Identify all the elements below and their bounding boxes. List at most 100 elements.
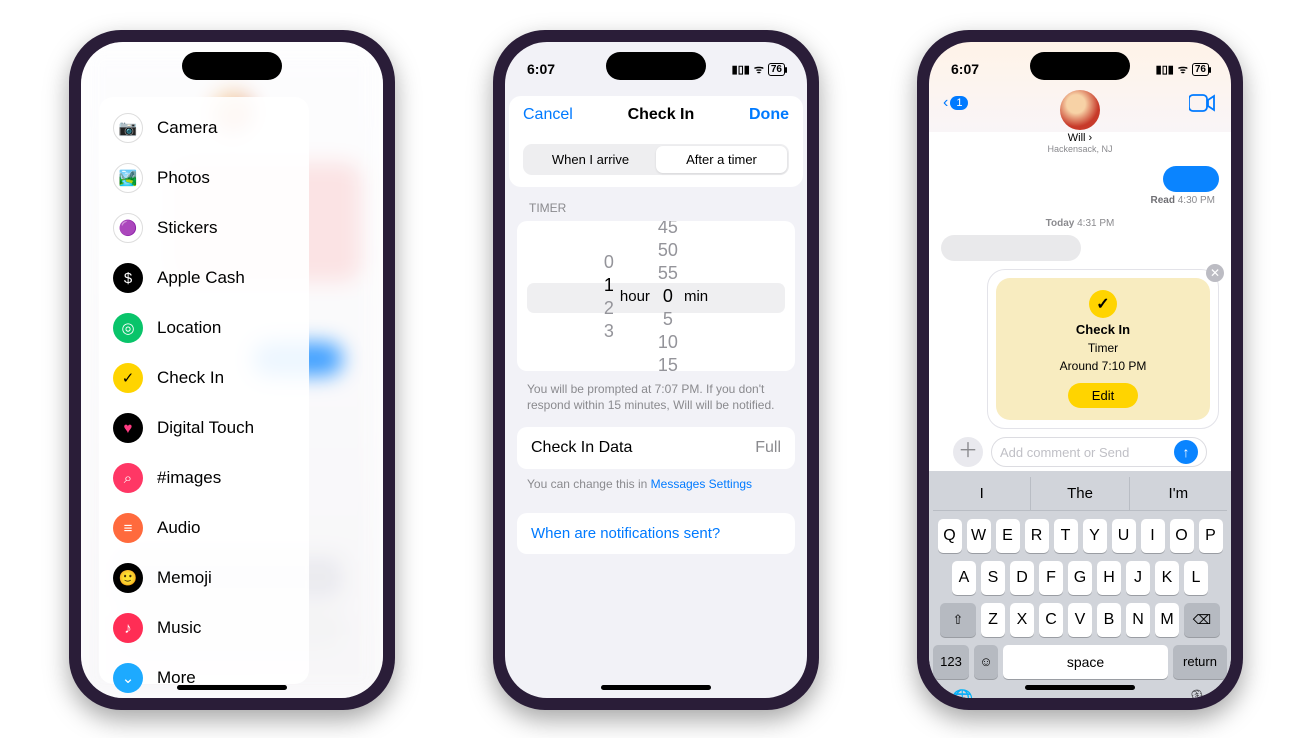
- location-icon: ◎: [113, 313, 143, 343]
- drawer-item-photos[interactable]: 🏞️Photos: [99, 153, 309, 203]
- done-button[interactable]: Done: [749, 106, 789, 124]
- memoji-icon: 🙂: [113, 563, 143, 593]
- message-placeholder: Add comment or Send: [1000, 445, 1129, 460]
- suggestion-bar: ITheI'm: [933, 477, 1227, 511]
- key-z[interactable]: Z: [981, 603, 1005, 637]
- conversation-scroll[interactable]: Read 4:30 PM Today 4:31 PM ✕ ✓ Check In …: [929, 154, 1231, 471]
- close-icon[interactable]: ✕: [1206, 264, 1224, 282]
- timer-picker[interactable]: 0123 hour 455055051015 min: [517, 221, 795, 371]
- message-input[interactable]: Add comment or Send ↑: [991, 437, 1207, 467]
- drawer-item-location[interactable]: ◎Location: [99, 303, 309, 353]
- key-a[interactable]: A: [952, 561, 976, 595]
- segment-when-i-arrive[interactable]: When I arrive: [525, 146, 656, 173]
- checkin-data-label: Check In Data: [531, 439, 632, 457]
- drawer-item-more[interactable]: ⌄More: [99, 653, 309, 698]
- key-e[interactable]: E: [996, 519, 1020, 553]
- send-button[interactable]: ↑: [1174, 440, 1198, 464]
- key-m[interactable]: M: [1155, 603, 1179, 637]
- drawer-item-digital-touch[interactable]: ♥Digital Touch: [99, 403, 309, 453]
- backspace-key[interactable]: ⌫: [1184, 603, 1220, 637]
- return-key[interactable]: return: [1173, 645, 1227, 679]
- sheet-title: Check In: [628, 106, 695, 124]
- drawer-item-camera[interactable]: 📷Camera: [99, 103, 309, 153]
- drawer-item-stickers[interactable]: 🟣Stickers: [99, 203, 309, 253]
- drawer-item-label: Music: [157, 618, 201, 638]
- key-o[interactable]: O: [1170, 519, 1194, 553]
- globe-key[interactable]: 🌐: [951, 689, 973, 698]
- notifications-help-link[interactable]: When are notifications sent?: [517, 513, 795, 554]
- key-r[interactable]: R: [1025, 519, 1049, 553]
- attach-button[interactable]: ＋: [953, 437, 983, 467]
- drawer-item-apple-cash[interactable]: $Apple Cash: [99, 253, 309, 303]
- unread-badge: 1: [950, 96, 968, 110]
- battery-icon: 76: [768, 63, 785, 76]
- checkin-data-row[interactable]: Check In Data Full: [517, 427, 795, 469]
- facetime-button[interactable]: [1189, 94, 1215, 117]
- keyboard[interactable]: ITheI'm QWERTYUIOP ASDFGHJKL ⇧ZXCVBNM⌫ 1…: [929, 471, 1231, 698]
- checkin-card-line2: Around 7:10 PM: [1060, 359, 1147, 373]
- dictation-key[interactable]: 🎙: [1186, 689, 1209, 698]
- messages-settings-link[interactable]: Messages Settings: [651, 477, 752, 491]
- drawer-item-memoji[interactable]: 🙂 Memoji: [99, 553, 309, 603]
- key-x[interactable]: X: [1010, 603, 1034, 637]
- key-v[interactable]: V: [1068, 603, 1092, 637]
- sheet-header: Cancel Check In Done: [509, 96, 803, 134]
- emoji-key[interactable]: ☺: [974, 645, 998, 679]
- space-key[interactable]: space: [1003, 645, 1168, 679]
- camera-icon: 📷: [113, 113, 143, 143]
- drawer-item-music[interactable]: ♪Music: [99, 603, 309, 653]
- home-indicator[interactable]: [177, 685, 287, 690]
- drawer-item-check-in[interactable]: ✓Check In: [99, 353, 309, 403]
- home-indicator[interactable]: [601, 685, 711, 690]
- drawer-item-label: Check In: [157, 368, 224, 388]
- checkin-card-title: Check In: [1076, 322, 1130, 337]
- back-button[interactable]: ‹ 1: [943, 94, 968, 112]
- received-message-bubble[interactable]: [941, 235, 1081, 261]
- timer-section-label: TIMER: [505, 187, 807, 221]
- checkin-data-hint: You can change this in Messages Settings: [505, 469, 807, 499]
- key-p[interactable]: P: [1199, 519, 1223, 553]
- key-b[interactable]: B: [1097, 603, 1121, 637]
- key-u[interactable]: U: [1112, 519, 1136, 553]
- apps-drawer: 📷Camera🏞️Photos🟣Stickers$Apple Cash◎Loca…: [99, 97, 309, 684]
- contact-avatar[interactable]: [1060, 90, 1100, 130]
- stickers-icon: 🟣: [113, 213, 143, 243]
- suggestion[interactable]: The: [1030, 477, 1128, 510]
- key-q[interactable]: Q: [938, 519, 962, 553]
- mode-segmented-control[interactable]: When I arrive After a timer: [523, 144, 789, 175]
- key-g[interactable]: G: [1068, 561, 1092, 595]
- key-t[interactable]: T: [1054, 519, 1078, 553]
- drawer-item-label: Memoji: [157, 568, 212, 588]
- shift-key[interactable]: ⇧: [940, 603, 976, 637]
- key-l[interactable]: L: [1184, 561, 1208, 595]
- home-indicator[interactable]: [1025, 685, 1135, 690]
- key-s[interactable]: S: [981, 561, 1005, 595]
- sent-message-bubble[interactable]: [1163, 166, 1219, 192]
- wifi-icon: ᯤ: [754, 62, 764, 77]
- more-icon: ⌄: [113, 663, 143, 693]
- key-j[interactable]: J: [1126, 561, 1150, 595]
- key-y[interactable]: Y: [1083, 519, 1107, 553]
- signal-icon: ▮▯▮: [732, 63, 750, 76]
- key-n[interactable]: N: [1126, 603, 1150, 637]
- key-w[interactable]: W: [967, 519, 991, 553]
- key-f[interactable]: F: [1039, 561, 1063, 595]
- images-icon: ⌕: [113, 463, 143, 493]
- key-h[interactable]: H: [1097, 561, 1121, 595]
- key-c[interactable]: C: [1039, 603, 1063, 637]
- photos-icon: 🏞️: [113, 163, 143, 193]
- numbers-key[interactable]: 123: [933, 645, 969, 679]
- suggestion[interactable]: I: [933, 477, 1030, 510]
- segment-after-a-timer[interactable]: After a timer: [656, 146, 787, 173]
- suggestion[interactable]: I'm: [1129, 477, 1227, 510]
- key-d[interactable]: D: [1010, 561, 1034, 595]
- key-i[interactable]: I: [1141, 519, 1165, 553]
- drawer-item-audio[interactable]: ≡Audio: [99, 503, 309, 553]
- contact-name[interactable]: Will ›: [1068, 132, 1092, 144]
- drawer-item--images[interactable]: ⌕#images: [99, 453, 309, 503]
- cancel-button[interactable]: Cancel: [523, 106, 573, 124]
- checkin-card-line1: Timer: [1088, 341, 1118, 355]
- checkin-edit-button[interactable]: Edit: [1068, 383, 1138, 408]
- dynamic-island: [1030, 52, 1130, 80]
- key-k[interactable]: K: [1155, 561, 1179, 595]
